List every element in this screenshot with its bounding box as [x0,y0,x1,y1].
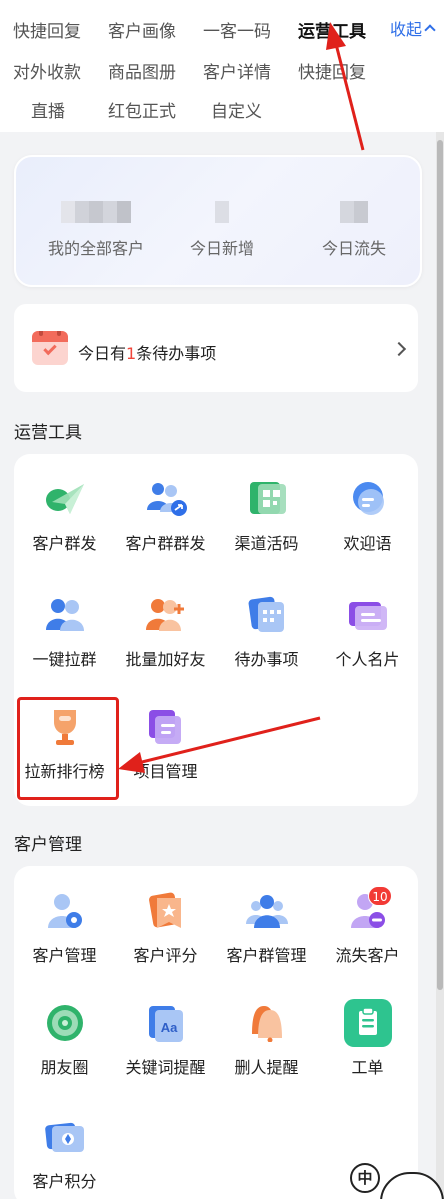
tab-customer-details[interactable]: 客户详情 [203,58,271,83]
tool-customer-management[interactable]: 客户管理 [14,892,115,966]
feature-tabs-panel: 快捷回复 客户画像 一客一码 运营工具 对外收款 商品图册 客户详情 快捷回复 … [0,0,444,132]
stat-value-blurred [28,201,164,223]
tool-label: 渠道活码 [234,534,299,553]
tab-one-customer-one-code[interactable]: 一客一码 [203,17,271,42]
tool-project-management[interactable]: 项目管理 [115,708,216,782]
chevron-right-icon [391,341,407,357]
tab-quick-reply-2[interactable]: 快捷回复 [298,58,366,83]
points-icon [44,1118,86,1156]
tool-label: 欢迎语 [343,534,392,553]
group-send-icon [145,480,187,518]
customer-management-section-title: 客户管理 [14,835,82,855]
ops-tools-section-title: 运营工具 [14,423,82,443]
paper-plane-icon [44,480,86,518]
collapse-label: 收起 [390,20,423,39]
annotation-highlight-box [17,697,119,800]
customer-settings-icon [44,892,86,930]
chevron-up-icon [424,24,436,36]
tool-one-click-group[interactable]: 一键拉群 [14,596,115,670]
tool-label: 朋友圈 [40,1058,89,1077]
stat-new-today[interactable]: 今日新增 [154,201,290,259]
tab-custom[interactable]: 自定义 [211,97,262,122]
card-icon [347,596,389,634]
tool-label: 客户评分 [133,946,198,965]
moments-icon [44,1004,86,1042]
stat-value-blurred [154,201,290,223]
tool-customer-points[interactable]: 客户积分 [14,1118,115,1192]
tool-keyword-alert[interactable]: Aa 关键词提醒 [115,1004,216,1078]
tool-moments[interactable]: 朋友圈 [14,1004,115,1078]
tool-customer-rating[interactable]: 客户评分 [115,892,216,966]
tool-label: 批量加好友 [125,650,206,669]
stat-label: 今日流失 [321,239,386,258]
tool-label: 删人提醒 [234,1058,299,1077]
tab-quick-reply[interactable]: 快捷回复 [13,17,81,42]
group-icon [44,596,86,634]
tool-label: 客户积分 [32,1172,97,1191]
tool-todo-items[interactable]: 待办事项 [216,596,317,670]
stat-value-blurred [286,201,422,223]
tool-customer-broadcast[interactable]: 客户群发 [14,480,115,554]
rating-icon [145,892,187,930]
tool-label: 客户群管理 [226,946,307,965]
language-bubble[interactable]: 中 [350,1163,380,1193]
tool-batch-add-friends[interactable]: 批量加好友 [115,596,216,670]
project-icon [145,708,187,746]
tool-label: 客户群发 [32,534,97,553]
tab-live[interactable]: 直播 [31,97,65,122]
stat-lost-today[interactable]: 今日流失 [286,201,422,259]
customer-tools-card: 客户管理 客户评分 客户群管理 流失客户 朋友圈 Aa 关键词提醒 删人提醒 工… [14,866,418,1199]
stat-all-customers[interactable]: 我的全部客户 [28,201,164,259]
group-manage-icon [245,892,288,930]
tool-delete-alert[interactable]: 删人提醒 [216,1004,317,1078]
tool-label: 个人名片 [335,650,400,669]
tool-welcome-message[interactable]: 欢迎语 [317,480,418,554]
tool-label: 待办事项 [234,650,299,669]
tool-label: 工单 [351,1058,384,1077]
tool-work-order[interactable]: 工单 [317,999,418,1078]
stat-label: 今日新增 [189,239,254,258]
add-friends-icon [145,596,187,634]
chat-bubble-icon [347,480,389,518]
tool-label: 流失客户 [335,946,400,965]
tool-lost-customers[interactable]: 流失客户 [317,892,418,966]
todo-count: 1 [126,344,137,363]
qr-code-icon [246,480,288,518]
tool-label: 一键拉群 [32,650,97,669]
tool-channel-code[interactable]: 渠道活码 [216,480,317,554]
tool-group-management[interactable]: 客户群管理 [216,892,317,966]
calendar-check-icon [32,331,68,365]
svg-text:Aa: Aa [160,1020,177,1035]
scrollbar-thumb[interactable] [437,140,443,990]
stats-card: 我的全部客户 今日新增 今日流失 [14,155,422,287]
ticket-icon [343,999,392,1047]
tool-business-card[interactable]: 个人名片 [317,596,418,670]
tool-label: 关键词提醒 [125,1058,206,1077]
tool-label: 项目管理 [133,762,198,781]
todo-text: 今日有1条待办事项 [78,344,217,363]
tab-product-gallery[interactable]: 商品图册 [108,58,176,83]
tab-red-packet[interactable]: 红包正式 [108,97,176,122]
tab-external-payment[interactable]: 对外收款 [13,58,81,83]
tool-label: 客户群群发 [125,534,206,553]
tab-customer-profile[interactable]: 客户画像 [108,17,176,42]
tool-group-broadcast[interactable]: 客户群群发 [115,480,216,554]
tool-label: 客户管理 [32,946,97,965]
bell-icon [246,1004,288,1043]
collapse-button[interactable]: 收起 [390,16,436,40]
lost-customers-badge: 10 [368,886,392,906]
stat-label: 我的全部客户 [47,239,144,258]
todo-card[interactable]: 今日有1条待办事项 [14,304,418,392]
keyword-icon: Aa [145,1004,187,1042]
tab-ops-tools[interactable]: 运营工具 [298,17,366,42]
calendar-icon [246,596,288,634]
